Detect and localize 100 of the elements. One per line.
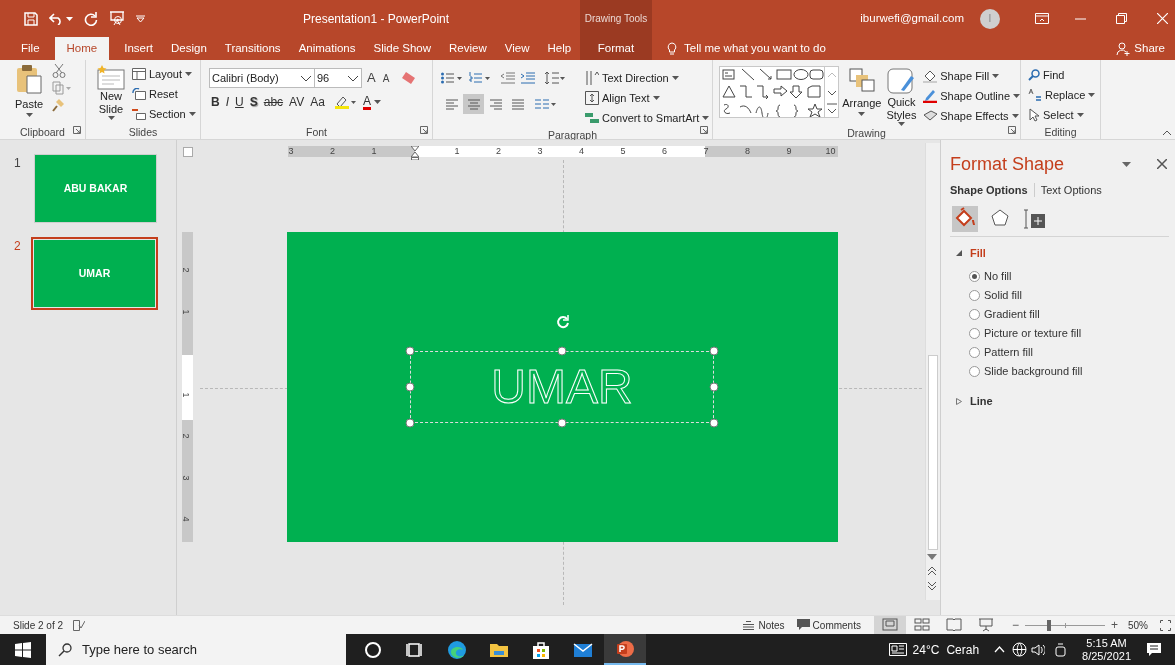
pane-options-icon[interactable]	[1122, 161, 1131, 167]
convert-smartart-button[interactable]: Convert to SmartArt	[585, 108, 710, 128]
news-icon[interactable]	[888, 643, 907, 656]
redo-icon[interactable]	[84, 11, 98, 26]
numbering-icon[interactable]	[469, 72, 491, 84]
spell-check-icon[interactable]	[73, 619, 86, 631]
shape-effects-button[interactable]: Shape Effects	[923, 106, 1020, 126]
font-color-button[interactable]: A	[362, 94, 381, 110]
shape-outline-button[interactable]: Shape Outline	[923, 86, 1020, 106]
font-name-dropdown[interactable]: Calibri (Body)	[209, 68, 315, 88]
zoom-thumb[interactable]	[1046, 619, 1051, 631]
font-style-button[interactable]: AV	[289, 93, 305, 111]
speaker-icon[interactable]	[1031, 643, 1046, 656]
line-spacing-icon[interactable]	[545, 72, 565, 84]
weather-condition[interactable]: Cerah	[946, 640, 980, 659]
cut-icon[interactable]	[52, 64, 66, 78]
globe-icon[interactable]	[1012, 642, 1028, 657]
close-icon[interactable]	[1157, 159, 1167, 169]
columns-icon[interactable]	[535, 98, 557, 110]
font-size-dropdown[interactable]: 96	[314, 68, 362, 88]
resize-handle[interactable]	[709, 346, 719, 356]
radio-button[interactable]	[969, 309, 980, 320]
paint-bucket-tab[interactable]	[952, 206, 978, 232]
ribbon-tab[interactable]: Transitions	[215, 37, 290, 60]
ribbon-tab[interactable]: File	[12, 37, 49, 60]
shrink-font-button[interactable]: A	[380, 70, 392, 86]
grow-font-button[interactable]: A	[365, 68, 378, 88]
font-style-button[interactable]: I	[225, 93, 229, 111]
zoom-slider[interactable]	[1024, 619, 1105, 631]
resize-handle[interactable]	[557, 346, 567, 356]
zoom-in-button[interactable]: +	[1110, 616, 1118, 634]
shapes-gallery[interactable]	[719, 66, 839, 118]
resize-handle[interactable]	[709, 382, 719, 392]
restore-icon[interactable]	[1116, 13, 1127, 24]
resize-handle[interactable]	[709, 418, 719, 428]
find-button[interactable]: Find	[1028, 65, 1100, 85]
ribbon-tab[interactable]: Design	[162, 37, 216, 60]
dialog-launcher-icon[interactable]	[420, 126, 428, 134]
radio-button[interactable]	[969, 290, 980, 301]
zoom-level[interactable]: 50%	[1128, 617, 1148, 633]
presenter-icon[interactable]	[109, 11, 125, 26]
size-tab[interactable]	[1022, 206, 1048, 232]
customize-toolbar-icon[interactable]	[136, 15, 145, 22]
highlight-icon[interactable]	[334, 95, 357, 109]
pane-tab[interactable]: Shape Options	[950, 181, 1028, 199]
ribbon-tab[interactable]: View	[495, 37, 539, 60]
taskbar-search-field[interactable]: Type here to search	[46, 634, 346, 665]
dialog-launcher-icon[interactable]	[1008, 126, 1016, 134]
zoom-out-button[interactable]: −	[1011, 616, 1019, 634]
increase-indent-icon[interactable]	[521, 72, 535, 84]
vertical-scrollbar[interactable]	[925, 143, 940, 600]
weather-temperature[interactable]: 24°C	[912, 640, 940, 659]
ribbon-tab[interactable]: Review	[440, 37, 496, 60]
radio-button[interactable]	[969, 271, 980, 282]
resize-handle[interactable]	[405, 418, 415, 428]
fit-slide-icon[interactable]	[1160, 619, 1171, 631]
pane-tab[interactable]: Text Options	[1040, 181, 1102, 199]
scroll-down-icon[interactable]	[927, 554, 937, 560]
reset-button[interactable]: Reset	[132, 84, 196, 104]
normal-view-button[interactable]	[873, 615, 906, 635]
ribbon-display-icon[interactable]	[1035, 13, 1049, 24]
resize-handle[interactable]	[405, 382, 415, 392]
camera-icon[interactable]	[1055, 642, 1067, 657]
ribbon-tab[interactable]: Animations	[289, 37, 365, 60]
rotate-handle-icon[interactable]	[556, 315, 570, 329]
ribbon-tab[interactable]: Home	[54, 37, 110, 60]
previous-slide-icon[interactable]	[927, 566, 937, 576]
layout-button[interactable]: Layout	[132, 64, 196, 84]
section-button[interactable]: Section	[132, 104, 196, 124]
font-style-button[interactable]: Aa	[310, 93, 325, 111]
section-header[interactable]: Line	[950, 391, 1169, 411]
font-style-button[interactable]: S	[249, 93, 258, 111]
replace-button[interactable]: Replace	[1028, 85, 1100, 105]
clock-date[interactable]: 8/25/2021	[1082, 649, 1131, 663]
dialog-launcher-icon[interactable]	[73, 126, 81, 134]
ribbon-tab[interactable]: Slide Show	[364, 37, 441, 60]
radio-button[interactable]	[969, 347, 980, 358]
undo-icon[interactable]	[49, 12, 64, 25]
collapse-ribbon-icon[interactable]	[1162, 130, 1172, 136]
notification-icon[interactable]	[1147, 642, 1161, 657]
radio-button[interactable]	[969, 366, 980, 377]
tell-me-search[interactable]: Tell me what you want to do	[684, 39, 826, 58]
quick-styles-button[interactable]: Quick Styles	[884, 66, 919, 126]
chevron-up-icon[interactable]	[994, 646, 1006, 653]
font-style-button[interactable]: B	[211, 93, 220, 111]
start-icon[interactable]	[15, 641, 31, 658]
indent-marker-icon[interactable]	[411, 146, 419, 160]
font-style-button[interactable]: U	[235, 93, 244, 111]
font-style-button[interactable]: abc	[263, 93, 284, 111]
select-button[interactable]: Select	[1028, 105, 1100, 125]
radio-button[interactable]	[969, 328, 980, 339]
dialog-launcher-icon[interactable]	[700, 126, 708, 134]
next-slide-icon[interactable]	[927, 581, 937, 591]
shape-fill-button[interactable]: Shape Fill	[923, 66, 1020, 86]
clear-formatting-icon[interactable]	[402, 71, 417, 85]
clock-time[interactable]: 5:15 AM	[1086, 636, 1127, 650]
save-icon[interactable]	[24, 11, 38, 26]
align-text-button[interactable]: Align Text	[585, 88, 710, 108]
ribbon-tab[interactable]: Format	[580, 37, 652, 60]
section-header[interactable]: Fill	[950, 243, 1169, 263]
